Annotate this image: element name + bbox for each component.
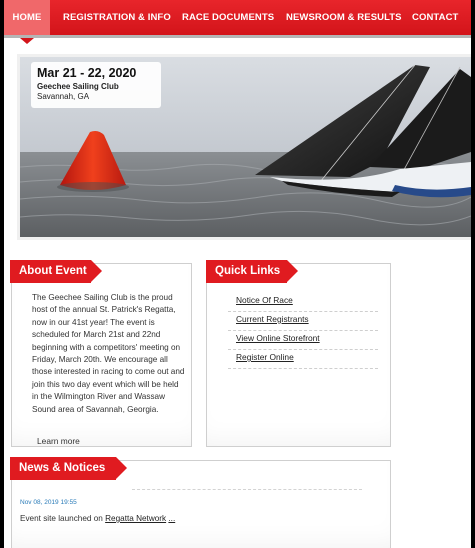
about-line: Sound area of Savannah, Georgia. <box>32 404 159 414</box>
notice-of-race-link[interactable]: Notice Of Race <box>236 295 293 305</box>
about-line: beginning with a competitors' meeting on <box>32 342 181 352</box>
page: HOME REGISTRATION & INFO RACE DOCUMENTS … <box>4 0 471 548</box>
nav-contact[interactable]: CONTACT <box>412 12 458 23</box>
nav-registration-info[interactable]: REGISTRATION & INFO <box>63 12 171 23</box>
about-text: The Geechee Sailing Club is the proud ho… <box>32 292 188 416</box>
news-more-link[interactable]: ... <box>168 514 175 523</box>
quick-link-row: View Online Storefront <box>228 331 378 350</box>
event-date: Mar 21 - 22, 2020 <box>37 66 137 80</box>
active-nav-caret <box>20 38 34 44</box>
quick-link-row: Current Registrants <box>228 312 378 331</box>
regatta-network-link[interactable]: Regatta Network <box>105 514 166 523</box>
news-item-date: Nov 08, 2019 19:55 <box>20 499 77 506</box>
main-nav: HOME REGISTRATION & INFO RACE DOCUMENTS … <box>4 0 471 38</box>
event-location: Savannah, GA <box>37 92 90 101</box>
about-line: join this two day event which will be he… <box>32 379 179 389</box>
nav-newsroom-results[interactable]: NEWSROOM & RESULTS <box>286 12 402 23</box>
quick-link-row: Notice Of Race <box>228 293 378 312</box>
about-line: Friday, March 20th. We encourage all <box>32 355 168 365</box>
news-notices-heading: News & Notices <box>10 457 127 480</box>
quick-link-row: Register Online <box>228 350 378 369</box>
register-online-link[interactable]: Register Online <box>236 352 294 362</box>
view-online-storefront-link[interactable]: View Online Storefront <box>236 333 320 343</box>
about-line: in the Wilmington River and Wassaw <box>32 392 166 402</box>
event-date-card: Mar 21 - 22, 2020 Geechee Sailing Club S… <box>31 62 161 108</box>
news-item: Event site launched on Regatta Network .… <box>20 514 175 523</box>
event-club: Geechee Sailing Club <box>37 82 119 91</box>
nav-race-documents[interactable]: RACE DOCUMENTS <box>182 12 274 23</box>
current-registrants-link[interactable]: Current Registrants <box>236 314 309 324</box>
learn-more-link[interactable]: Learn more <box>37 436 80 446</box>
about-line: scheduled for March 21st and 22nd <box>32 330 161 340</box>
about-line: now in our 41st year! The event is <box>32 317 155 327</box>
about-line: The Geechee Sailing Club is the proud <box>32 293 173 302</box>
nav-home[interactable]: HOME <box>4 0 50 35</box>
about-line: those interested in racing to come out a… <box>32 367 185 377</box>
news-divider <box>132 489 362 490</box>
news-item-text: Event site launched on <box>20 514 103 523</box>
about-event-heading: About Event <box>10 260 102 283</box>
about-line: host of the annual St. Patrick's Regatta… <box>32 305 176 315</box>
quick-links-heading: Quick Links <box>206 260 298 283</box>
